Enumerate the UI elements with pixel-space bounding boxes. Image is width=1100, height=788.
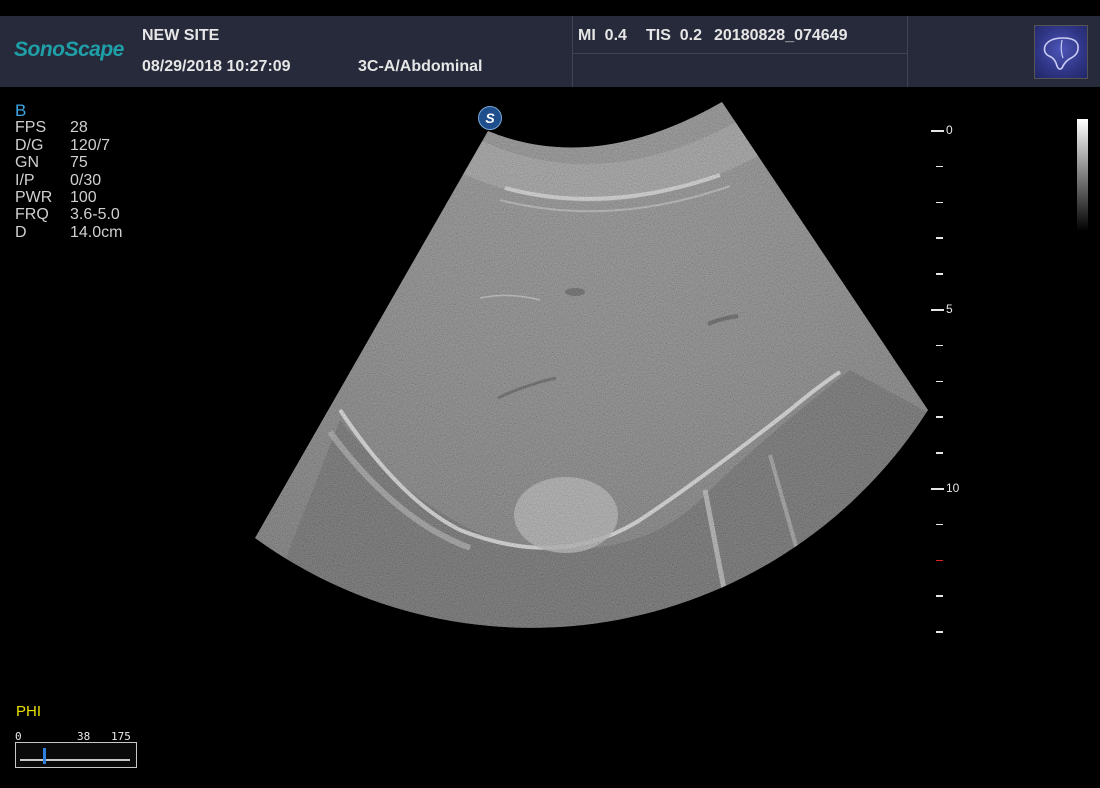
depth-tick (936, 631, 943, 633)
param-value: 75 (70, 154, 88, 172)
phi-slider[interactable] (15, 742, 137, 768)
header-divider (572, 16, 573, 87)
param-row: PWR 100 (15, 189, 122, 206)
depth-tick (936, 452, 943, 454)
param-key: D (15, 223, 27, 241)
probe-preset: 3C-A/Abdominal (358, 58, 483, 75)
param-key: GN (15, 154, 39, 172)
phi-slider-handle[interactable] (42, 748, 46, 764)
probe-orientation-marker: S (478, 106, 502, 130)
param-value: 14.0cm (70, 223, 123, 241)
param-key: D/G (15, 136, 44, 154)
param-key: FRQ (15, 206, 49, 224)
imaging-mode: B (15, 101, 27, 120)
phi-label: PHI (16, 703, 42, 720)
imaging-parameters: B FPS 28 D/G 120/7 GN 75 I/P 0/30 PWR 100 FRQ 3.6-5… (15, 102, 122, 241)
ultrasound-image[interactable] (0, 0, 1100, 788)
param-value: 100 (70, 189, 97, 207)
brand-logo: SonoScape (14, 38, 124, 61)
grayscale-bar (1077, 119, 1088, 231)
param-row: D 14.0cm (15, 224, 122, 241)
parameter-list: FPS 28 D/G 120/7 GN 75 I/P 0/30 PWR 100 FRQ 3.6-5.0… (15, 119, 122, 241)
param-key: I/P (15, 171, 35, 189)
depth-tick (936, 344, 943, 347)
depth-label: 5 (946, 302, 953, 316)
param-value: 0/30 (70, 171, 102, 189)
depth-tick (936, 595, 943, 597)
param-value: 120/7 (70, 136, 111, 154)
param-value: 28 (70, 119, 88, 137)
depth-label: 0 (946, 123, 953, 137)
liver-icon[interactable] (1034, 25, 1088, 79)
depth-tick (936, 273, 943, 275)
param-value: 3.6-5.0 (70, 206, 120, 224)
tis-index: TIS 0.2 (646, 27, 703, 44)
param-row: FRQ 3.6-5.0 (15, 206, 122, 223)
depth-tick (936, 237, 943, 239)
param-row: I/P 0/30 (15, 172, 122, 189)
focus-marker (936, 559, 943, 562)
header-bar: SonoScape NEW SITE 08/29/2018 10:27:09 3… (0, 16, 1100, 87)
param-row: GN 75 (15, 154, 122, 171)
phi-slider-track[interactable] (20, 759, 130, 761)
depth-tick (936, 416, 943, 418)
depth-tick-major (931, 130, 944, 132)
depth-tick (936, 523, 943, 526)
header-divider (572, 53, 908, 54)
param-row: FPS 28 (15, 119, 122, 136)
depth-tick (936, 165, 943, 168)
site-name: NEW SITE (142, 27, 220, 44)
param-key: FPS (15, 119, 47, 137)
param-row: D/G 120/7 (15, 137, 122, 154)
study-id: 20180828_074649 (714, 27, 848, 44)
param-key: PWR (15, 189, 53, 207)
depth-tick (936, 201, 943, 204)
depth-tick-major (931, 488, 944, 490)
exam-datetime: 08/29/2018 10:27:09 (142, 58, 291, 75)
mi-index: MI 0.4 (578, 27, 627, 44)
header-divider (907, 16, 908, 87)
depth-tick (936, 380, 943, 383)
depth-label: 10 (946, 481, 960, 495)
depth-tick-major (931, 309, 944, 311)
